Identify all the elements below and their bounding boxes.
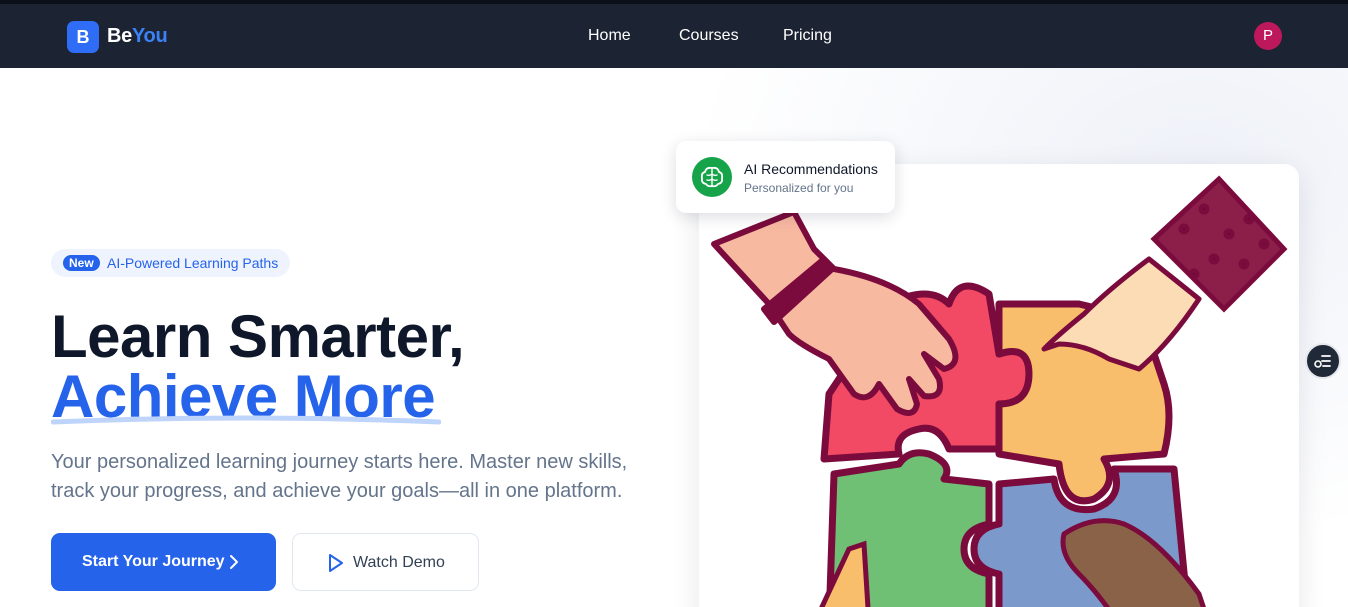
- puzzle-hands-illustration: [711, 175, 1288, 607]
- hero-subtitle-line1: Your personalized learning journey start…: [51, 451, 628, 473]
- brain-icon: [692, 157, 732, 197]
- start-journey-button[interactable]: Start Your Journey: [51, 533, 276, 591]
- hero-title-line1: Learn Smarter,: [51, 303, 465, 370]
- hero-subtitle: Your personalized learning journey start…: [51, 448, 641, 506]
- logo-be: Be: [107, 25, 132, 47]
- watch-demo-label: Watch Demo: [353, 554, 445, 571]
- ai-card-subtitle: Personalized for you: [744, 181, 854, 195]
- navbar: B BeYou Home Courses Pricing P: [0, 4, 1348, 68]
- floating-menu-button[interactable]: [1305, 343, 1341, 379]
- nav-link-home[interactable]: Home: [588, 27, 631, 45]
- chevron-right-icon: [230, 555, 238, 569]
- list-settings-icon: [1314, 355, 1331, 368]
- watch-demo-button[interactable]: Watch Demo: [292, 533, 479, 591]
- hero-illustration-card: [699, 164, 1299, 607]
- user-avatar[interactable]: P: [1254, 22, 1282, 50]
- logo-you: You: [131, 25, 168, 47]
- nav-link-pricing[interactable]: Pricing: [783, 27, 832, 45]
- logo-wordmark[interactable]: BeYou: [107, 25, 168, 48]
- hero-subtitle-line2: track your progress, and achieve your go…: [51, 480, 623, 502]
- feature-badge: New AI-Powered Learning Paths: [51, 249, 290, 277]
- title-underline-decoration: [51, 415, 441, 425]
- logo-mark[interactable]: B: [67, 21, 99, 53]
- start-journey-label: Start Your Journey: [82, 553, 225, 570]
- play-icon: [329, 554, 343, 572]
- badge-new-label: New: [63, 255, 100, 271]
- ai-recommendations-card[interactable]: AI Recommendations Personalized for you: [676, 141, 895, 213]
- badge-text: AI-Powered Learning Paths: [107, 255, 279, 271]
- ai-card-title: AI Recommendations: [744, 161, 878, 177]
- nav-link-courses[interactable]: Courses: [679, 27, 739, 45]
